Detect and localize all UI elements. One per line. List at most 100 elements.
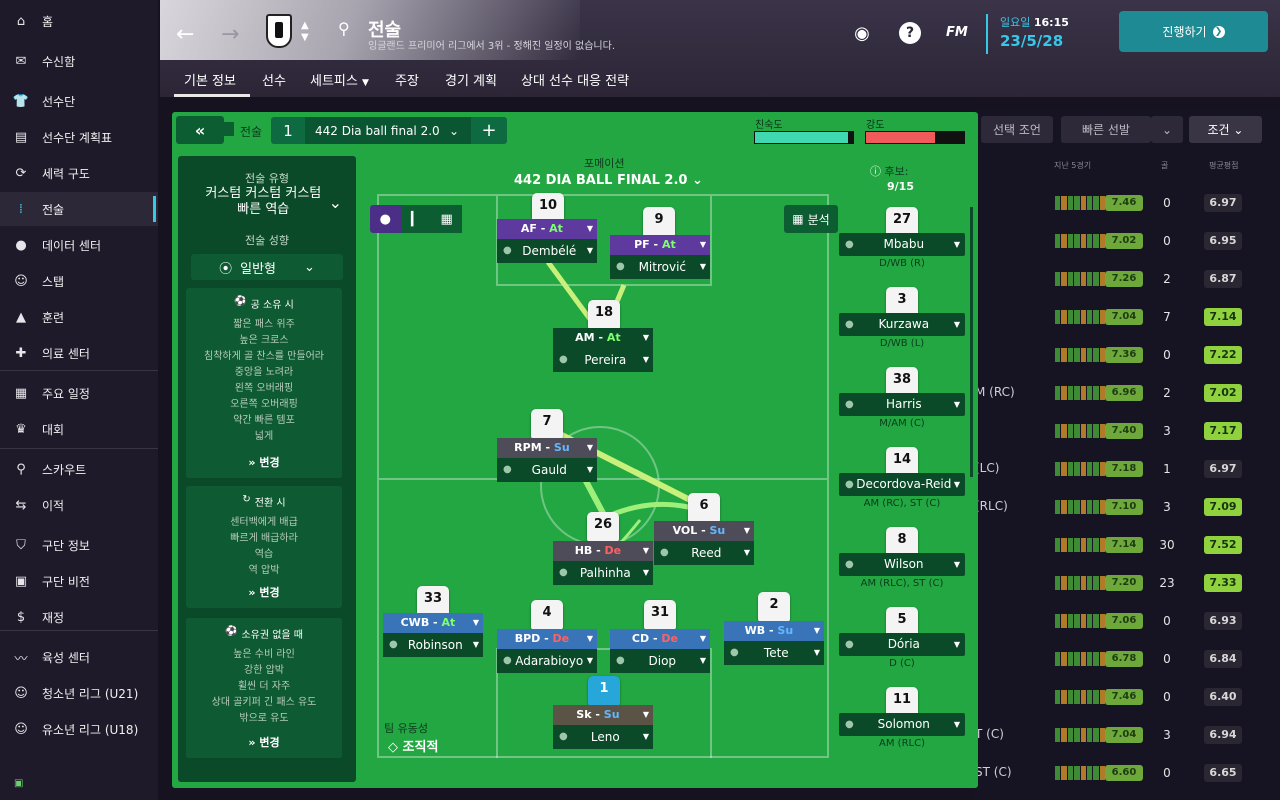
duty: Su bbox=[709, 524, 726, 537]
shirt-icon[interactable]: 18 bbox=[588, 300, 620, 330]
player-card[interactable]: AM - At ▼ ● Pereira ▼ bbox=[553, 328, 653, 372]
sub-card[interactable]: ● Wilson ▼ AM (RLC), ST (C) bbox=[839, 553, 965, 592]
player-card[interactable]: RPM - Su ▼ ● Gauld ▼ bbox=[497, 438, 597, 482]
player-card[interactable]: WB - Su ▼ ● Tete ▼ bbox=[724, 621, 824, 665]
player-card[interactable]: AF - At ▼ ● Dembélé ▼ bbox=[497, 219, 597, 263]
sub-card[interactable]: ● Kurzawa ▼ D/WB (L) bbox=[839, 313, 965, 352]
player-name-row[interactable]: ● Tete ▼ bbox=[724, 641, 824, 665]
player-card[interactable]: PF - At ▼ ● Mitrović ▼ bbox=[610, 235, 710, 279]
shirt-icon[interactable]: 6 bbox=[688, 493, 720, 523]
sub-name-row[interactable]: ● Harris ▼ bbox=[839, 393, 965, 416]
shirt-icon[interactable]: 1 bbox=[588, 676, 620, 706]
player-name: Gauld bbox=[531, 463, 567, 477]
role-duty[interactable]: AM - At ▼ bbox=[553, 328, 653, 348]
player-card[interactable]: BPD - De ▼ ● Adarabioyo ▼ bbox=[497, 629, 597, 673]
player-card[interactable]: CD - De ▼ ● Diop ▼ bbox=[610, 629, 710, 673]
role: HB bbox=[574, 544, 593, 557]
player-card[interactable]: CWB - At ▼ ● Robinson ▼ bbox=[383, 613, 483, 657]
player-icon: ● bbox=[845, 639, 854, 650]
role-duty[interactable]: CD - De ▼ bbox=[610, 629, 710, 649]
chevron-down-icon: ▼ bbox=[699, 262, 706, 271]
shirt-icon[interactable]: 33 bbox=[417, 586, 449, 616]
role-duty[interactable]: CWB - At ▼ bbox=[383, 613, 483, 633]
role-duty[interactable]: Sk - Su ▼ bbox=[553, 705, 653, 725]
player-icon: ● bbox=[845, 319, 854, 330]
sub-name-row[interactable]: ● Mbabu ▼ bbox=[839, 233, 965, 256]
sub-name: Dória bbox=[887, 637, 920, 651]
chevron-down-icon: ▼ bbox=[472, 618, 479, 627]
sub-card[interactable]: ● Harris ▼ M/AM (C) bbox=[839, 393, 965, 432]
role-duty[interactable]: WB - Su ▼ bbox=[724, 621, 824, 641]
role: AM bbox=[575, 331, 595, 344]
chevron-down-icon: ▼ bbox=[953, 400, 960, 409]
player-name: Palhinha bbox=[579, 566, 631, 580]
player-name-row[interactable]: ● Leno ▼ bbox=[553, 725, 653, 749]
sub-card[interactable]: ● Solomon ▼ AM (RLC) bbox=[839, 713, 965, 752]
chevron-down-icon: ▼ bbox=[586, 465, 593, 474]
player-name-row[interactable]: ● Pereira ▼ bbox=[553, 348, 653, 372]
player-icon: ● bbox=[559, 354, 568, 365]
player-name-row[interactable]: ● Mitrović ▼ bbox=[610, 255, 710, 279]
player-icon: ● bbox=[503, 464, 512, 475]
duty: Su bbox=[553, 441, 570, 454]
role-duty[interactable]: BPD - De ▼ bbox=[497, 629, 597, 649]
sub-card[interactable]: ● Decordova-Reid ▼ AM (RC), ST (C) bbox=[839, 473, 965, 512]
sub-position: D/WB (L) bbox=[879, 338, 925, 349]
sub-card[interactable]: ● Dória ▼ D (C) bbox=[839, 633, 965, 672]
chevron-down-icon: ▼ bbox=[953, 480, 960, 489]
duty: De bbox=[604, 544, 622, 557]
player-card[interactable]: VOL - Su ▼ ● Reed ▼ bbox=[654, 521, 754, 565]
player-name: Tete bbox=[763, 646, 789, 660]
player-card[interactable]: HB - De ▼ ● Palhinha ▼ bbox=[553, 541, 653, 585]
player-name-row[interactable]: ● Diop ▼ bbox=[610, 649, 710, 673]
role-duty[interactable]: HB - De ▼ bbox=[553, 541, 653, 561]
team-fluidity-label: 팀 유동성 bbox=[384, 722, 428, 735]
subs-title: 후보: bbox=[884, 165, 909, 178]
subs-scrollbar[interactable] bbox=[970, 207, 973, 477]
stats-view-icon[interactable]: ▎ bbox=[400, 205, 432, 233]
shirt-icon[interactable]: 31 bbox=[644, 600, 676, 630]
player-icon: ● bbox=[845, 479, 854, 490]
role: PF bbox=[634, 238, 650, 251]
chevron-down-icon: ▼ bbox=[813, 626, 820, 635]
player-name-row[interactable]: ● Palhinha ▼ bbox=[553, 561, 653, 585]
player-icon: ● bbox=[559, 731, 568, 742]
role: CWB bbox=[400, 616, 430, 629]
depth-view-icon[interactable]: ▦ bbox=[431, 205, 463, 233]
player-card[interactable]: Sk - Su ▼ ● Leno ▼ bbox=[553, 705, 653, 749]
shirt-icon[interactable]: 26 bbox=[587, 512, 619, 542]
sub-name: Kurzawa bbox=[878, 317, 930, 331]
sub-card[interactable]: ● Mbabu ▼ D/WB (R) bbox=[839, 233, 965, 272]
team-fluidity-value: ◇ 조직적 bbox=[388, 736, 438, 755]
role-duty[interactable]: PF - At ▼ bbox=[610, 235, 710, 255]
role-duty[interactable]: RPM - Su ▼ bbox=[497, 438, 597, 458]
player-name-row[interactable]: ● Adarabioyo ▼ bbox=[497, 649, 597, 673]
role: AF bbox=[520, 222, 537, 235]
player-name-row[interactable]: ● Robinson ▼ bbox=[383, 633, 483, 657]
role-duty[interactable]: VOL - Su ▼ bbox=[654, 521, 754, 541]
player-name-row[interactable]: ● Gauld ▼ bbox=[497, 458, 597, 482]
shirt-icon[interactable]: 4 bbox=[531, 600, 563, 630]
shirt-icon[interactable]: 7 bbox=[531, 409, 563, 439]
info-view-icon[interactable]: ● bbox=[370, 205, 401, 233]
player-name: Diop bbox=[648, 654, 677, 668]
sub-name-row[interactable]: ● Solomon ▼ bbox=[839, 713, 965, 736]
chevron-down-icon: ▼ bbox=[642, 568, 649, 577]
role-duty[interactable]: AF - At ▼ bbox=[497, 219, 597, 239]
player-icon: ● bbox=[559, 567, 568, 578]
player-name-row[interactable]: ● Dembélé ▼ bbox=[497, 239, 597, 263]
player-name-row[interactable]: ● Reed ▼ bbox=[654, 541, 754, 565]
shirt-icon[interactable]: 2 bbox=[758, 592, 790, 622]
sub-name-row[interactable]: ● Wilson ▼ bbox=[839, 553, 965, 576]
duty: At bbox=[606, 331, 621, 344]
sub-name-row[interactable]: ● Decordova-Reid ▼ bbox=[839, 473, 965, 496]
duty: Su bbox=[777, 624, 794, 637]
view-switcher: ● ▎ ▦ bbox=[370, 205, 463, 233]
sub-name-row[interactable]: ● Kurzawa ▼ bbox=[839, 313, 965, 336]
role: WB bbox=[744, 624, 766, 637]
player-name: Mitrović bbox=[638, 260, 686, 274]
shirt-icon[interactable]: 9 bbox=[643, 207, 675, 237]
analysis-button[interactable]: ▦ 분석 bbox=[784, 205, 838, 233]
player-name: Pereira bbox=[584, 353, 627, 367]
sub-name-row[interactable]: ● Dória ▼ bbox=[839, 633, 965, 656]
